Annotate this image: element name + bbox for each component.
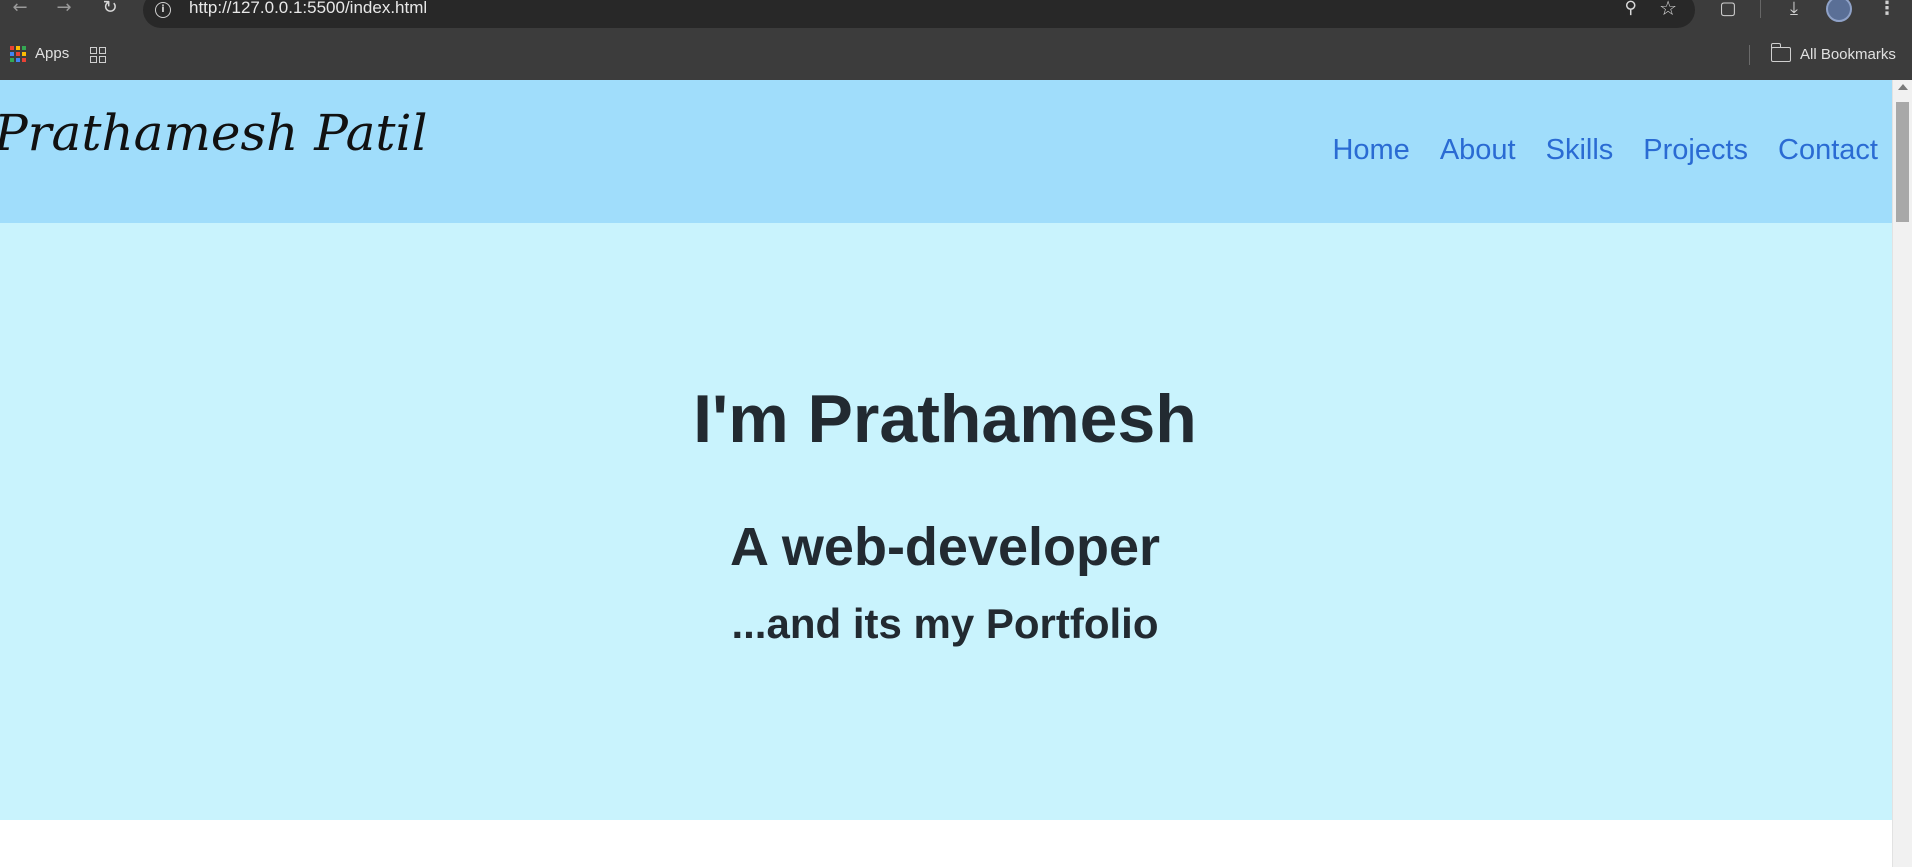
hero-tagline: ...and its my Portfolio	[731, 600, 1159, 647]
download-icon[interactable]: ⤓	[1781, 0, 1807, 22]
back-icon[interactable]: ←	[6, 0, 34, 20]
hero-subheading: A web-developer	[729, 517, 1161, 577]
folder-icon[interactable]	[1770, 43, 1791, 62]
nav-link-contact[interactable]: Contact	[1778, 134, 1878, 167]
bookmarks-divider	[1749, 45, 1750, 65]
browser-toolbar: ← → ↻ i http://127.0.0.1:5500/index.html…	[0, 0, 1912, 34]
nav-link-about[interactable]: About	[1440, 134, 1516, 167]
tab-groups-icon[interactable]	[90, 47, 106, 63]
site-nav: Home About Skills Projects Contact	[1332, 134, 1878, 167]
page-scrollbar[interactable]	[1892, 80, 1912, 867]
bookmarks-bar: Apps All Bookmarks	[0, 34, 1912, 80]
apps-bookmark[interactable]: Apps	[35, 45, 69, 62]
scroll-up-arrow-icon[interactable]	[1898, 84, 1908, 90]
toolbar-divider	[1760, 0, 1761, 18]
menu-icon[interactable]: ⋮	[1874, 0, 1900, 22]
profile-avatar[interactable]	[1826, 0, 1852, 22]
hero-section: I'm Prathamesh A web-developer ...and it…	[0, 223, 1892, 820]
all-bookmarks-button[interactable]: All Bookmarks	[1800, 46, 1896, 63]
bookmark-star-icon[interactable]: ☆	[1659, 0, 1677, 20]
site-info-icon[interactable]: i	[155, 2, 171, 18]
zoom-icon[interactable]: ⚲	[1625, 0, 1637, 18]
apps-grid-icon[interactable]	[10, 46, 26, 62]
nav-link-projects[interactable]: Projects	[1643, 134, 1748, 167]
scrollbar-thumb[interactable]	[1896, 102, 1909, 222]
extensions-icon[interactable]: ▢	[1715, 0, 1741, 22]
nav-link-home[interactable]: Home	[1332, 134, 1409, 167]
address-bar[interactable]: i http://127.0.0.1:5500/index.html ⚲ ☆	[143, 0, 1695, 28]
reload-icon[interactable]: ↻	[96, 0, 124, 20]
page-viewport: Prathamesh Patil Home About Skills Proje…	[0, 80, 1892, 867]
site-header: Prathamesh Patil Home About Skills Proje…	[0, 80, 1892, 223]
address-url[interactable]: http://127.0.0.1:5500/index.html	[189, 0, 427, 18]
nav-link-skills[interactable]: Skills	[1546, 134, 1614, 167]
hero-heading: I'm Prathamesh	[693, 381, 1197, 457]
forward-icon[interactable]: →	[50, 0, 78, 20]
site-brand[interactable]: Prathamesh Patil	[0, 104, 428, 162]
